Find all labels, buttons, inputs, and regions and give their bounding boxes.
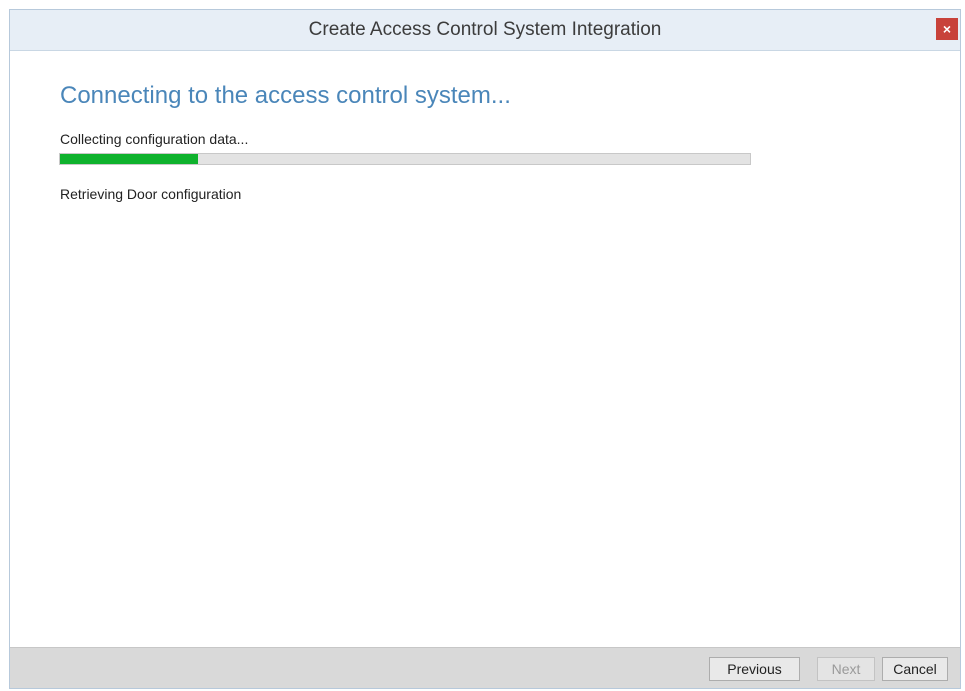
close-button[interactable]: × bbox=[936, 18, 958, 40]
close-icon: × bbox=[942, 21, 952, 37]
cancel-button[interactable]: Cancel bbox=[882, 657, 948, 681]
progress-detail: Retrieving Door configuration bbox=[60, 186, 242, 202]
window-title: Create Access Control System Integration bbox=[308, 19, 662, 40]
progress-bar bbox=[59, 153, 751, 165]
next-button: Next bbox=[817, 657, 875, 681]
previous-button[interactable]: Previous bbox=[709, 657, 800, 681]
progress-bar-fill bbox=[60, 154, 198, 164]
wizard-window: Create Access Control System Integration… bbox=[9, 9, 961, 689]
button-bar: Previous Next Cancel bbox=[10, 647, 960, 688]
progress-status: Collecting configuration data... bbox=[60, 131, 249, 147]
title-bar: Create Access Control System Integration… bbox=[10, 10, 960, 51]
page-heading: Connecting to the access control system.… bbox=[60, 82, 511, 109]
